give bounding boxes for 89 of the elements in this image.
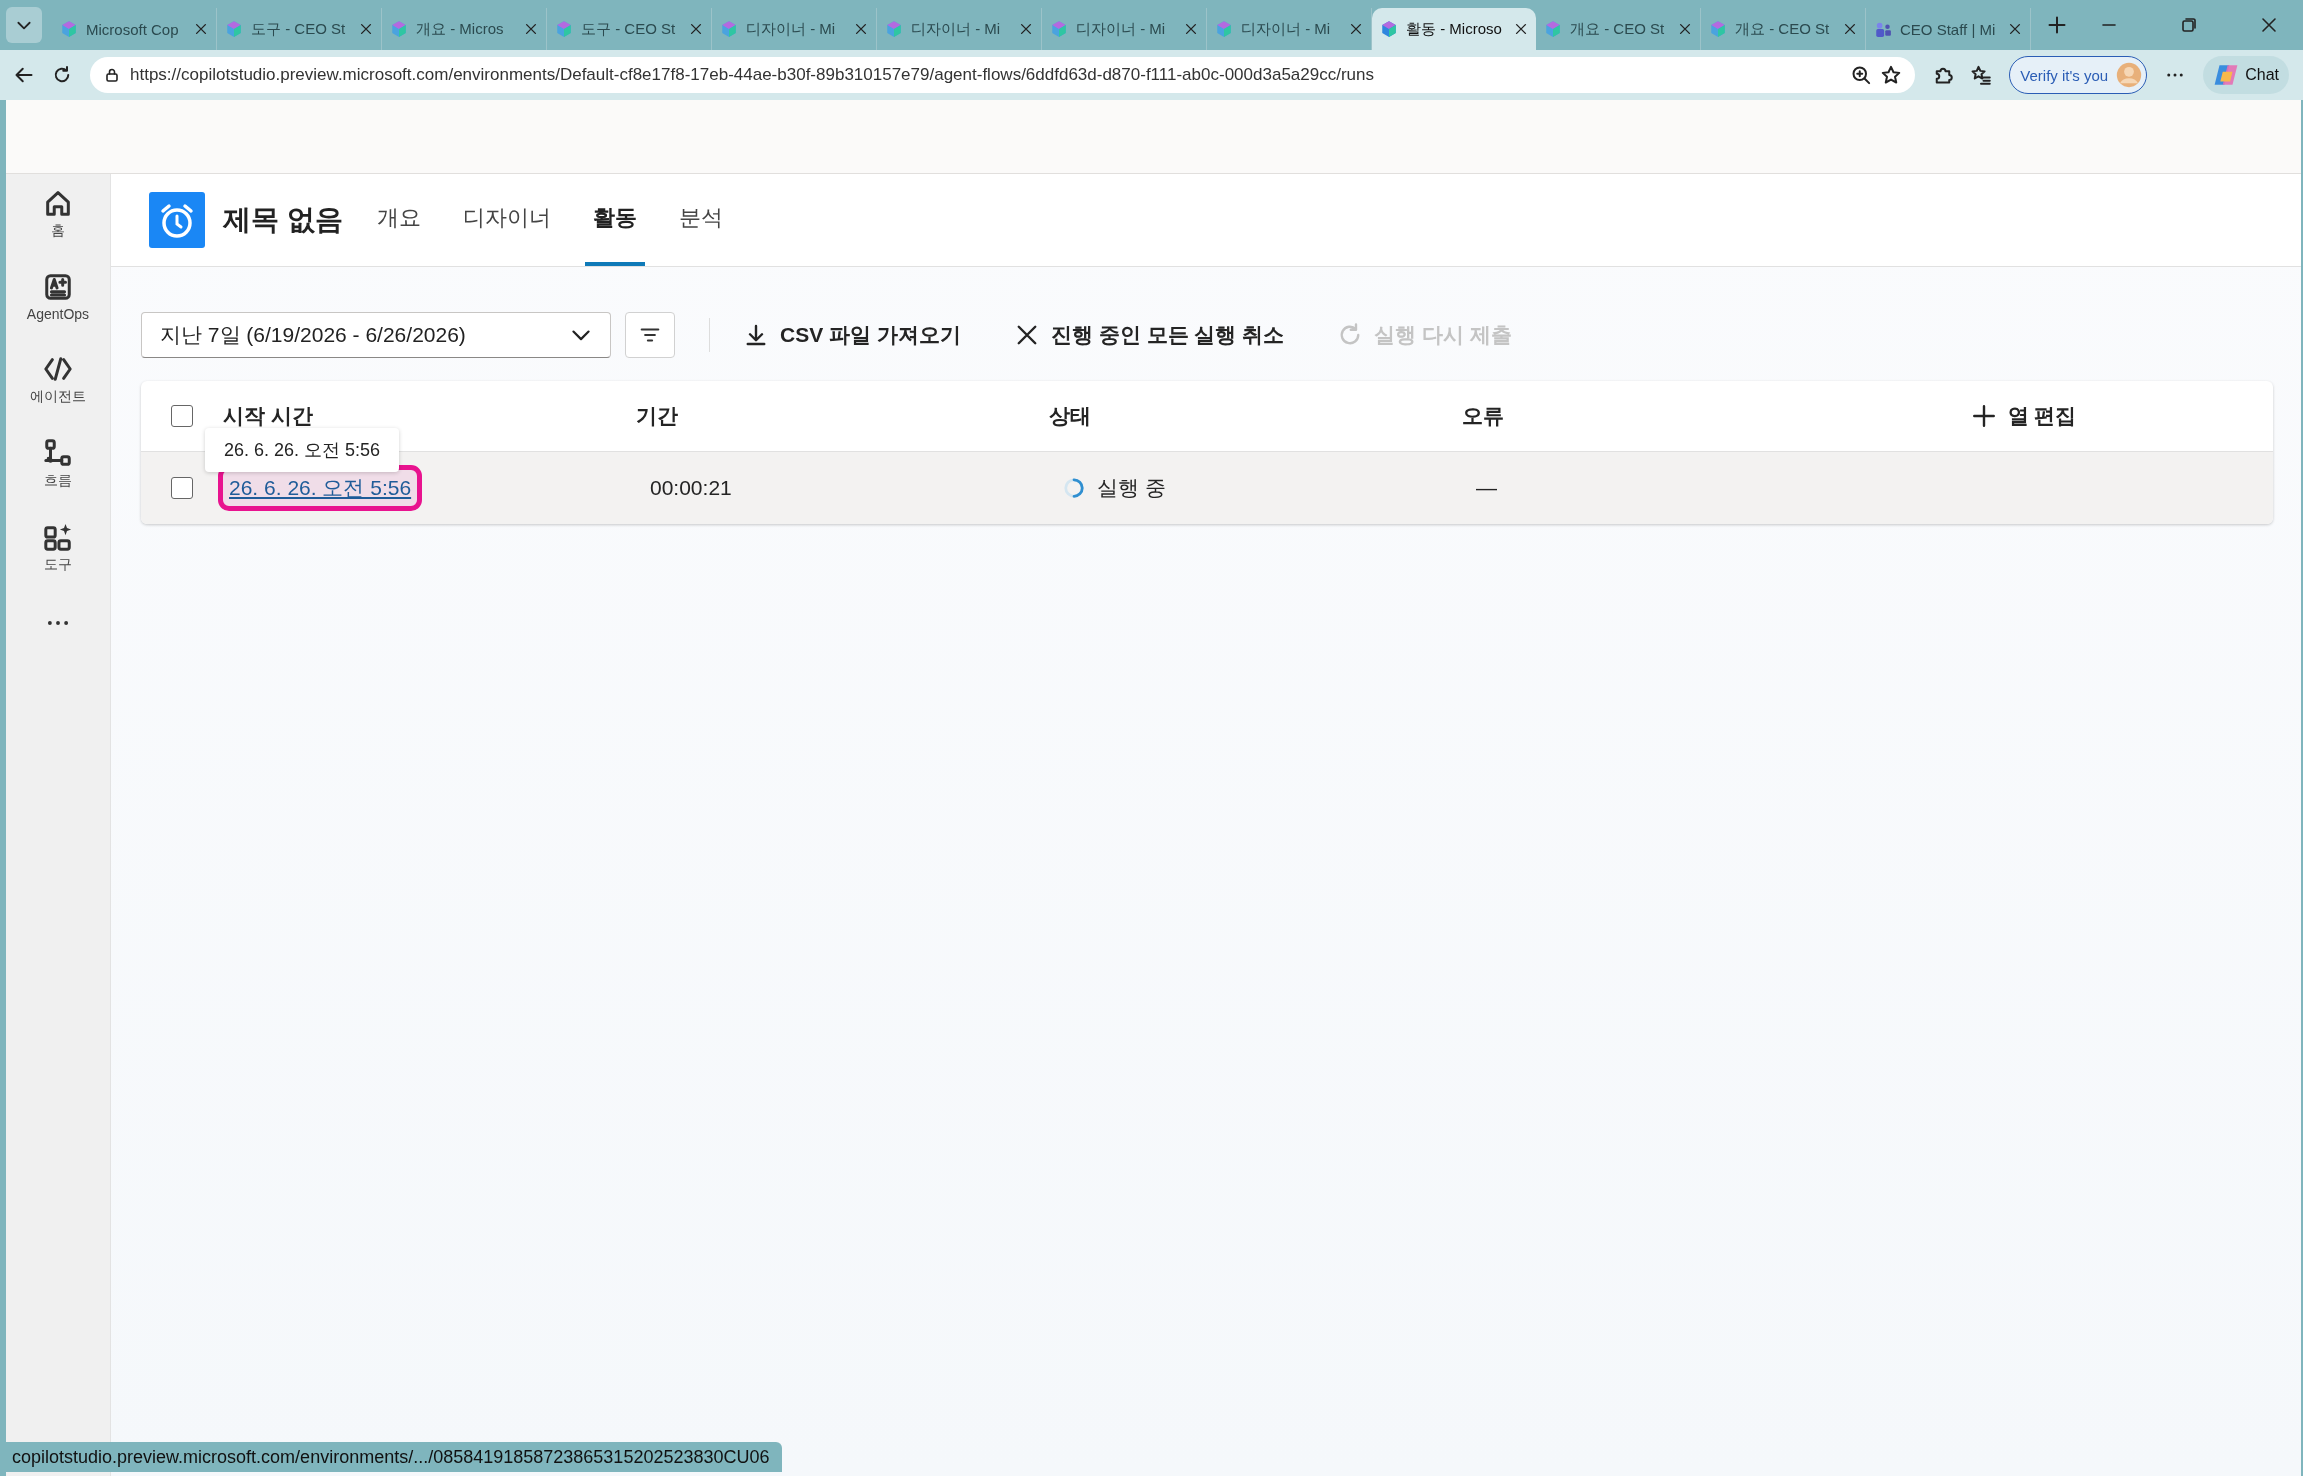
tab-title: 디자이너 - Mi [911, 19, 1002, 39]
close-icon[interactable] [689, 22, 703, 36]
close-icon[interactable] [359, 22, 373, 36]
tab-title: 개요 - Micros [416, 19, 505, 39]
tab-title: 활동 - Microso [1406, 19, 1503, 39]
download-icon [744, 323, 768, 347]
link-status-bar: copilotstudio.preview.microsoft.com/environments/.../08584191858723865315202523830CU06 [4, 1442, 782, 1472]
puzzle-icon[interactable] [1933, 65, 1954, 85]
date-range-dropdown[interactable]: 지난 7일 (6/19/2026 - 6/26/2026) [141, 312, 611, 358]
nav-item[interactable]: 흐름 [13, 438, 103, 490]
app-logo-icon [555, 20, 573, 38]
app-logo-icon [1215, 20, 1233, 38]
close-icon[interactable] [1184, 22, 1198, 36]
tab-title: 개요 - CEO St [1735, 19, 1831, 39]
code-icon [43, 354, 73, 384]
plus-icon[interactable] [2047, 15, 2067, 35]
back-arrow-icon[interactable] [14, 65, 34, 85]
alarm-clock-icon [149, 192, 205, 248]
flow-icon [43, 438, 73, 468]
home-icon [43, 188, 73, 218]
chat-button[interactable]: Chat [2203, 56, 2289, 94]
close-icon[interactable] [1349, 22, 1363, 36]
star-icon[interactable] [1881, 65, 1902, 85]
close-icon[interactable] [524, 22, 538, 36]
app-logo-icon [720, 20, 738, 38]
page-tab[interactable]: 활동 [584, 174, 645, 266]
toolbar-button[interactable]: CSV 파일 가져오기 [744, 321, 961, 349]
browser-tab[interactable]: 활동 - Microso [1372, 8, 1536, 50]
copilot-logo-icon [2213, 62, 2240, 88]
table-cell-text: 00:00:21 [649, 476, 733, 500]
close-icon[interactable] [1514, 22, 1528, 36]
app-logo-icon [390, 20, 408, 38]
close-icon[interactable] [194, 22, 208, 36]
app-logo-icon [885, 20, 903, 38]
url-text: https://copilotstudio.preview.microsoft.com/environments/Default-cf8e17f8-17eb-44ae-b30f-89b310157e79/agent-flows/6ddfd63d-d870-f111-ab0c-000d3a5a29cc/runs [130, 65, 1375, 85]
tab-title: 디자이너 - Mi [1076, 19, 1167, 39]
tooltip: 26. 6. 26. 오전 5:56 [205, 428, 400, 472]
close-icon[interactable] [854, 22, 868, 36]
refresh-icon[interactable] [52, 65, 72, 85]
app-logo-icon [1544, 20, 1562, 38]
avatar-icon [2116, 62, 2143, 88]
column-header[interactable]: 상태 [1049, 402, 1462, 430]
tab-title: Microsoft Cop [86, 20, 180, 38]
nav-item[interactable]: 에이전트 [13, 354, 103, 406]
filter-button[interactable] [625, 312, 675, 358]
address-field[interactable]: https://copilotstudio.preview.microsoft.com/environments/Default-cf8e17f8-17eb-44ae-b30f-89b310157e79/agent-flows/6ddfd63d-d870-f111-ab0c-000d3a5a29cc/runs [90, 57, 1916, 93]
lock-icon [104, 67, 120, 83]
close-icon[interactable] [1019, 22, 1033, 36]
app-logo-icon [225, 20, 243, 38]
close-icon[interactable] [1678, 22, 1692, 36]
page-tab[interactable]: 개요 [368, 174, 429, 266]
close-icon[interactable] [1843, 22, 1857, 36]
column-header[interactable]: 시작 시간 [223, 402, 636, 430]
tab-title: CEO Staff | Mi [1900, 20, 1997, 38]
tools-icon [43, 522, 73, 552]
status-text: 실행 중 [1097, 475, 1166, 501]
tab-list-button[interactable] [6, 7, 42, 43]
restore-icon[interactable] [2181, 17, 2197, 33]
checkbox[interactable] [171, 477, 193, 499]
close-icon[interactable] [2008, 22, 2022, 36]
column-header[interactable]: 오류 [1462, 402, 1875, 430]
edit-columns-button[interactable]: 열 편집 [1875, 402, 2273, 430]
flow-title: 제목 없음 [223, 203, 343, 237]
tab-title: 디자이너 - Mi [746, 19, 837, 39]
app-logo-icon [60, 20, 78, 38]
agentops-icon [43, 272, 73, 302]
page-tab[interactable]: 디자이너 [454, 174, 559, 266]
close-icon[interactable] [2261, 17, 2277, 33]
table-cell-text: — [1475, 476, 1498, 500]
nav-item[interactable]: 홈 [13, 188, 103, 240]
tab-title: 도구 - CEO St [251, 19, 347, 39]
app-logo-icon [1709, 20, 1727, 38]
page-tab[interactable]: 분석 [670, 174, 731, 266]
verify-button[interactable]: Verify it's you [2009, 56, 2148, 94]
nav-item[interactable]: AgentOps [13, 272, 103, 322]
app-logo-icon [1380, 20, 1398, 38]
team-icon [1874, 20, 1892, 38]
tab-title: 개요 - CEO St [1570, 19, 1666, 39]
zoom-icon[interactable] [1851, 65, 1872, 85]
plus-icon [1971, 404, 1996, 428]
tab-title: 도구 - CEO St [581, 19, 677, 39]
tab-title: 디자이너 - Mi [1241, 19, 1332, 39]
favorites-icon[interactable] [1971, 65, 1992, 85]
checkbox[interactable] [171, 405, 193, 427]
toolbar-button[interactable]: 진행 중인 모든 실행 취소 [1014, 321, 1285, 349]
nav-item[interactable]: 도구 [13, 522, 103, 574]
app-logo-icon [1050, 20, 1068, 38]
column-header[interactable]: 기간 [636, 402, 1049, 430]
spinner-icon [1063, 477, 1085, 499]
